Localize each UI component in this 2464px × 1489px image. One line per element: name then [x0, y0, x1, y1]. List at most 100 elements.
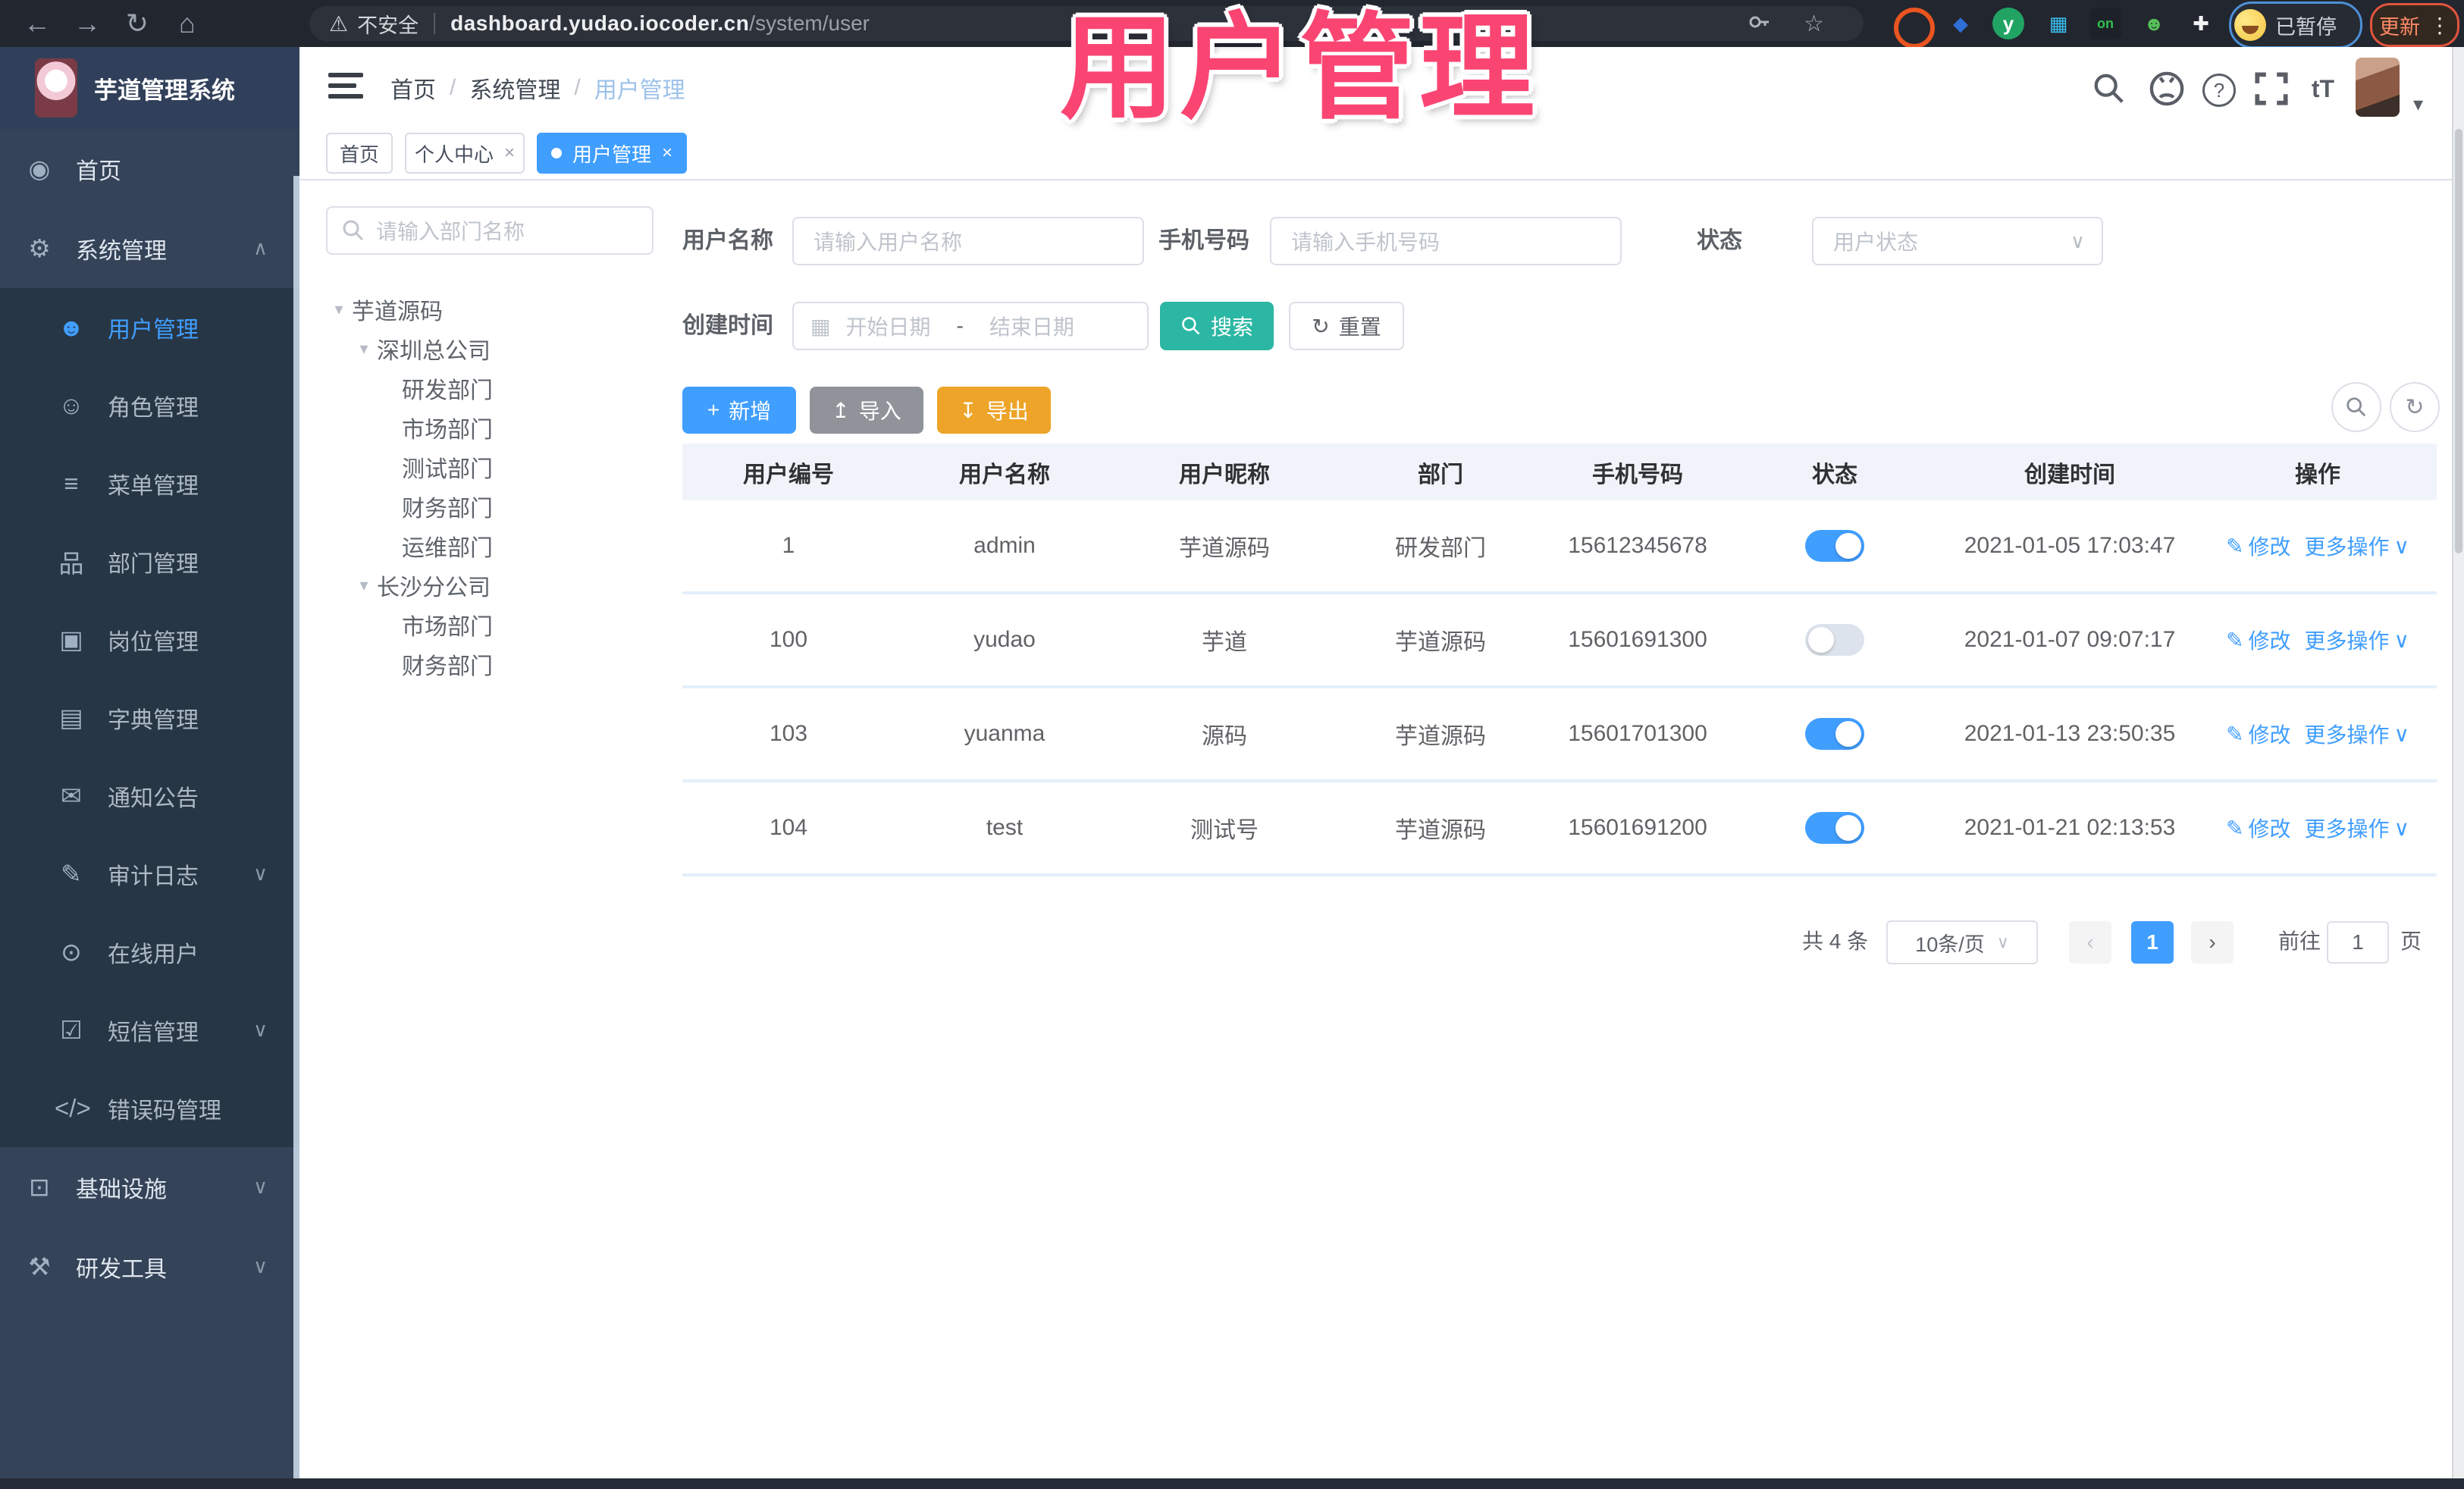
- search-button[interactable]: 搜索: [1160, 302, 1274, 350]
- extension-green-y-icon[interactable]: y: [1992, 8, 2024, 39]
- more-actions-link[interactable]: 更多操作 ∨: [2304, 813, 2409, 843]
- mobile-input[interactable]: 请输入手机号码: [1270, 217, 1622, 265]
- sidebar-item-online-user[interactable]: ⊙ 在线用户: [0, 913, 299, 991]
- cell-mobile: 15601691300: [1568, 627, 1707, 652]
- status-toggle[interactable]: [1805, 718, 1864, 750]
- status-toggle[interactable]: [1805, 530, 1864, 562]
- extension-gem-icon[interactable]: ◆: [1945, 8, 1977, 39]
- github-icon[interactable]: [2148, 71, 2186, 106]
- more-actions-label: 更多操作: [2304, 535, 2390, 559]
- sidebar-item-role[interactable]: ☺ 角色管理: [0, 366, 299, 444]
- avatar-caret-icon[interactable]: ▾: [2413, 92, 2423, 116]
- status-toggle[interactable]: [1805, 624, 1864, 656]
- sidebar-item-system[interactable]: ⚙ 系统管理 ∧: [0, 208, 299, 288]
- font-size-icon[interactable]: tT: [2304, 71, 2342, 106]
- tree-node[interactable]: 财务部门: [326, 644, 660, 684]
- extension-orange-icon[interactable]: [1894, 8, 1935, 49]
- tab-用户管理[interactable]: 用户管理 ×: [537, 133, 687, 174]
- tree-node[interactable]: 运维部门: [326, 526, 660, 566]
- tab-首页[interactable]: 首页: [326, 133, 393, 174]
- app-logo[interactable]: 芋道管理系统: [0, 47, 299, 129]
- edit-link[interactable]: ✎ 修改: [2226, 531, 2290, 561]
- sidebar-item-sms[interactable]: ☑ 短信管理 ∨: [0, 991, 299, 1069]
- password-key-icon[interactable]: [1748, 11, 1773, 35]
- tree-expand-icon[interactable]: ▾: [351, 339, 377, 359]
- tree-expand-icon[interactable]: ▾: [351, 575, 377, 595]
- sidebar-item-audit-log[interactable]: ✎ 审计日志 ∨: [0, 835, 299, 913]
- breadcrumb-item[interactable]: 首页: [390, 71, 436, 105]
- extension-puzzle-icon[interactable]: ✚: [2185, 8, 2217, 39]
- status-select[interactable]: 用户状态 ∨: [1812, 217, 2103, 265]
- username-input[interactable]: 请输入用户名称: [792, 217, 1144, 265]
- extension-person-icon[interactable]: ☻: [2138, 8, 2170, 39]
- more-actions-link[interactable]: 更多操作 ∨: [2304, 719, 2409, 749]
- goto-page-input[interactable]: 1: [2327, 921, 2389, 964]
- user-avatar[interactable]: [2356, 58, 2400, 117]
- help-icon[interactable]: ?: [2200, 71, 2238, 107]
- more-actions-link[interactable]: 更多操作 ∨: [2304, 625, 2409, 655]
- import-button[interactable]: ↥ 导入: [810, 387, 923, 434]
- collapse-sidebar-icon[interactable]: [328, 73, 363, 103]
- browser-home-icon[interactable]: ⌂: [170, 6, 205, 41]
- breadcrumb-item[interactable]: 用户管理: [594, 71, 685, 105]
- tree-node[interactable]: 市场部门: [326, 408, 660, 447]
- edit-link[interactable]: ✎ 修改: [2226, 719, 2290, 749]
- sidebar-item-menu[interactable]: ≡ 菜单管理: [0, 444, 299, 522]
- bookmark-star-icon[interactable]: ☆: [1804, 11, 1824, 37]
- tree-expand-icon[interactable]: ▾: [326, 299, 352, 319]
- tree-node[interactable]: ▾ 深圳总公司: [326, 329, 660, 368]
- tree-node[interactable]: 测试部门: [326, 447, 660, 487]
- not-secure-warning-icon: ⚠: [329, 11, 349, 36]
- sidebar-item-notice[interactable]: ✉ 通知公告: [0, 757, 299, 835]
- export-button[interactable]: ↧ 导出: [937, 387, 1051, 434]
- dept-search-input[interactable]: 请输入部门名称: [326, 206, 654, 255]
- tree-node[interactable]: ▾ 长沙分公司: [326, 566, 660, 605]
- tree-node[interactable]: 财务部门: [326, 487, 660, 526]
- extension-squares-icon[interactable]: ▦: [2042, 8, 2074, 39]
- sidebar-item-infra[interactable]: ⊡ 基础设施 ∨: [0, 1147, 299, 1227]
- table-search-toggle-button[interactable]: [2331, 382, 2381, 432]
- browser-update-button[interactable]: 更新 ⋮: [2370, 3, 2459, 47]
- more-actions-link[interactable]: 更多操作 ∨: [2304, 531, 2409, 561]
- tab-close-icon[interactable]: ×: [504, 143, 515, 164]
- tree-node[interactable]: 市场部门: [326, 605, 660, 644]
- not-secure-label[interactable]: 不安全: [357, 9, 419, 39]
- page-size-select[interactable]: 10条/页 ∨: [1886, 920, 2038, 964]
- add-button[interactable]: + 新增: [682, 387, 796, 434]
- breadcrumb-item[interactable]: 系统管理: [469, 71, 560, 105]
- search-icon[interactable]: [2090, 71, 2128, 106]
- column-header: 用户昵称: [1179, 462, 1270, 487]
- tree-node[interactable]: 研发部门: [326, 368, 660, 408]
- tab-close-icon[interactable]: ×: [662, 143, 672, 164]
- sidebar-item-post[interactable]: ▣ 岗位管理: [0, 600, 299, 679]
- sidebar-item-error-code[interactable]: </> 错误码管理: [0, 1069, 299, 1147]
- sidebar-item-home[interactable]: ◉ 首页: [0, 129, 299, 208]
- reset-button[interactable]: ↻ 重置: [1289, 302, 1404, 350]
- sidebar-item-label: 角色管理: [108, 395, 199, 421]
- prev-page-button[interactable]: ‹: [2069, 921, 2111, 964]
- date-range-input[interactable]: ▦ 开始日期 - 结束日期: [792, 302, 1149, 350]
- extension-on-badge-icon[interactable]: on: [2089, 8, 2121, 39]
- table-refresh-button[interactable]: ↻: [2390, 382, 2440, 432]
- sidebar-scrollbar[interactable]: [293, 176, 299, 1489]
- sidebar-item-dict[interactable]: ▤ 字典管理: [0, 679, 299, 757]
- edit-link[interactable]: ✎ 修改: [2226, 813, 2290, 843]
- tab-label: 个人中心: [414, 143, 494, 166]
- fullscreen-icon[interactable]: [2252, 71, 2290, 106]
- status-toggle[interactable]: [1805, 812, 1864, 844]
- browser-menu-dots-icon[interactable]: ⋮: [2429, 13, 2450, 38]
- browser-forward-icon[interactable]: →: [70, 6, 105, 41]
- next-page-button[interactable]: ›: [2191, 921, 2234, 964]
- browser-profile-chip[interactable]: 已暂停: [2229, 2, 2362, 49]
- browser-back-icon[interactable]: ←: [20, 6, 55, 41]
- sidebar-item-dept[interactable]: 品部门管理: [0, 522, 299, 600]
- tab-个人中心[interactable]: 个人中心 ×: [405, 133, 525, 174]
- current-page-button[interactable]: 1: [2131, 921, 2174, 964]
- edit-link[interactable]: ✎ 修改: [2226, 625, 2290, 655]
- sidebar-item-user[interactable]: ☻ 用户管理: [0, 288, 299, 366]
- browser-reload-icon[interactable]: ↻: [120, 6, 155, 41]
- sidebar-item-devtools[interactable]: ⚒ 研发工具 ∨: [0, 1227, 299, 1306]
- tree-node[interactable]: ▾ 芋道源码: [326, 290, 660, 329]
- cell-status: [1729, 782, 1941, 873]
- window-scrollbar-thumb[interactable]: [2455, 129, 2462, 553]
